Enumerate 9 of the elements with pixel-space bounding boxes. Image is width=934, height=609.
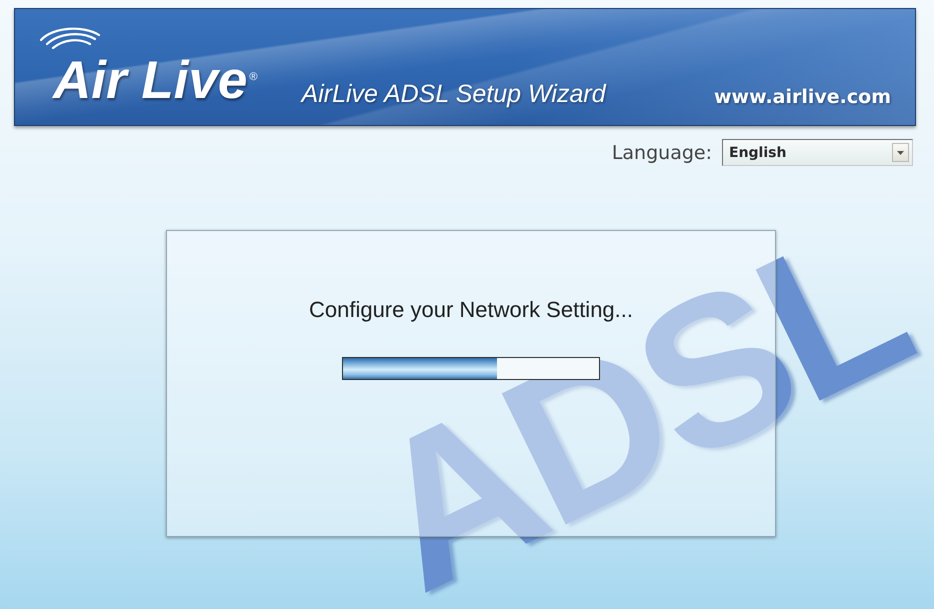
- caret-icon: [897, 150, 904, 154]
- language-label: Language:: [612, 142, 712, 164]
- wizard-title: AirLive ADSL Setup Wizard: [302, 82, 606, 107]
- registered-mark: ®: [249, 72, 258, 83]
- wave-arcs-icon: [39, 26, 101, 49]
- language-select[interactable]: English: [722, 139, 913, 166]
- website-address: www.airlive.com: [714, 88, 891, 107]
- logo-text: Air Live: [53, 54, 248, 107]
- dropdown-button[interactable]: [892, 143, 909, 162]
